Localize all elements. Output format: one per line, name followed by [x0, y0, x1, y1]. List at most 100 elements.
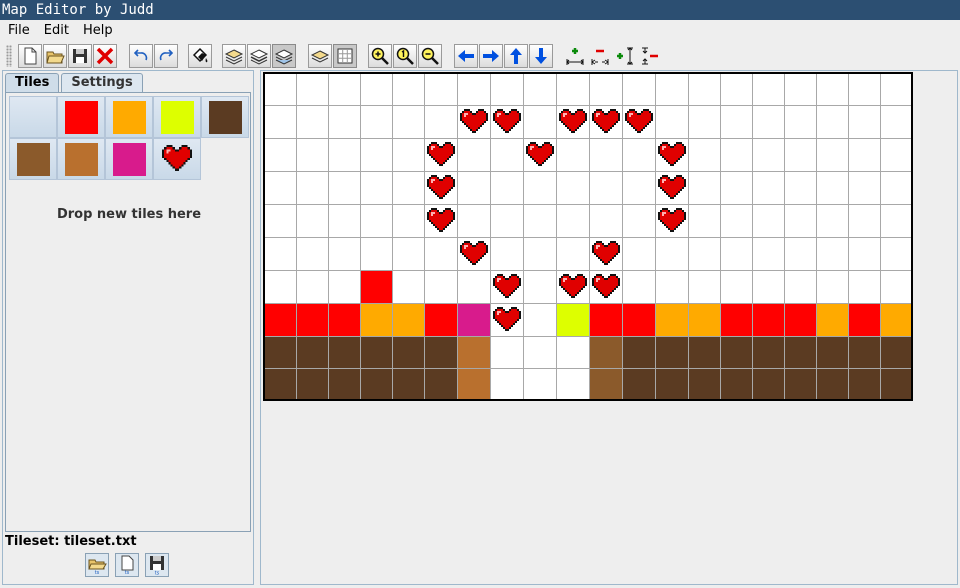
- map-cell[interactable]: [423, 367, 458, 401]
- map-cell[interactable]: [423, 104, 458, 139]
- map-cell[interactable]: [359, 236, 393, 271]
- map-cell[interactable]: [847, 203, 881, 238]
- map-cell[interactable]: [295, 302, 329, 337]
- map-cell[interactable]: [815, 72, 849, 106]
- map-cell[interactable]: [359, 104, 393, 139]
- map-cell[interactable]: [327, 236, 361, 271]
- shift-up-button[interactable]: [504, 44, 528, 68]
- map-cell[interactable]: [456, 367, 491, 401]
- map-cell[interactable]: [456, 335, 491, 369]
- tile-yellow[interactable]: [153, 96, 201, 138]
- map-cell[interactable]: [489, 137, 524, 172]
- map-cell[interactable]: [263, 302, 297, 337]
- remove-column-button[interactable]: [588, 44, 612, 68]
- map-cell[interactable]: [654, 367, 689, 401]
- open-map-button[interactable]: [43, 44, 67, 68]
- map-cell[interactable]: [456, 137, 491, 172]
- map-cell[interactable]: [654, 302, 689, 337]
- map-cell[interactable]: [555, 104, 590, 139]
- map-cell[interactable]: [359, 72, 393, 106]
- map-cell[interactable]: [621, 137, 656, 172]
- map-cell[interactable]: [654, 269, 689, 304]
- map-cell[interactable]: [687, 72, 721, 106]
- map-cell[interactable]: [555, 170, 590, 205]
- map-cell[interactable]: [327, 170, 361, 205]
- map-cell[interactable]: [295, 335, 329, 369]
- map-cell[interactable]: [489, 203, 524, 238]
- tile-orange[interactable]: [105, 96, 153, 138]
- map-cell[interactable]: [783, 203, 817, 238]
- map-cell[interactable]: [555, 269, 590, 304]
- map-cell[interactable]: [588, 104, 623, 139]
- map-cell[interactable]: [588, 72, 623, 106]
- map-cell[interactable]: [783, 269, 817, 304]
- map-cell[interactable]: [456, 203, 491, 238]
- map-cell[interactable]: [879, 170, 913, 205]
- map-cell[interactable]: [555, 302, 590, 337]
- map-cell[interactable]: [522, 170, 557, 205]
- shift-right-button[interactable]: [479, 44, 503, 68]
- zoom-out-button[interactable]: [418, 44, 442, 68]
- tile-heart[interactable]: [153, 138, 201, 180]
- map-cell[interactable]: [522, 269, 557, 304]
- map-cell[interactable]: [654, 104, 689, 139]
- map-cell[interactable]: [391, 236, 425, 271]
- map-cell[interactable]: [522, 137, 557, 172]
- map-cell[interactable]: [423, 302, 458, 337]
- map-cell[interactable]: [687, 236, 721, 271]
- save-map-button[interactable]: [68, 44, 92, 68]
- map-cell[interactable]: [621, 367, 656, 401]
- map-cell[interactable]: [588, 236, 623, 271]
- map-cell[interactable]: [391, 72, 425, 106]
- map-cell[interactable]: [327, 104, 361, 139]
- map-cell[interactable]: [621, 302, 656, 337]
- layer-3-button[interactable]: [272, 44, 296, 68]
- map-cell[interactable]: [621, 236, 656, 271]
- map-cell[interactable]: [263, 335, 297, 369]
- menu-edit[interactable]: Edit: [37, 20, 76, 41]
- map-cell[interactable]: [621, 203, 656, 238]
- tab-tiles[interactable]: Tiles: [5, 73, 60, 93]
- map-cell[interactable]: [751, 104, 785, 139]
- map-cell[interactable]: [327, 72, 361, 106]
- new-map-button[interactable]: [18, 44, 42, 68]
- map-cell[interactable]: [687, 335, 721, 369]
- map-cell[interactable]: [847, 170, 881, 205]
- map-cell[interactable]: [847, 104, 881, 139]
- map-cell[interactable]: [654, 137, 689, 172]
- map-cell[interactable]: [489, 72, 524, 106]
- map-cell[interactable]: [687, 203, 721, 238]
- map-cell[interactable]: [783, 104, 817, 139]
- map-cell[interactable]: [263, 236, 297, 271]
- map-cell[interactable]: [588, 170, 623, 205]
- map-cell[interactable]: [456, 72, 491, 106]
- map-cell[interactable]: [456, 236, 491, 271]
- map-cell[interactable]: [654, 72, 689, 106]
- map-cell[interactable]: [359, 170, 393, 205]
- undo-button[interactable]: [129, 44, 153, 68]
- map-cell[interactable]: [588, 137, 623, 172]
- map-cell[interactable]: [423, 335, 458, 369]
- map-cell[interactable]: [847, 269, 881, 304]
- map-cell[interactable]: [847, 335, 881, 369]
- map-cell[interactable]: [687, 137, 721, 172]
- map-cell[interactable]: [489, 269, 524, 304]
- fill-button[interactable]: [188, 44, 212, 68]
- map-cell[interactable]: [391, 269, 425, 304]
- map-cell[interactable]: [327, 335, 361, 369]
- map-cell[interactable]: [654, 170, 689, 205]
- map-cell[interactable]: [783, 72, 817, 106]
- map-cell[interactable]: [719, 335, 753, 369]
- map-cell[interactable]: [295, 367, 329, 401]
- tile-dark-brown[interactable]: [201, 96, 249, 138]
- map-cell[interactable]: [295, 72, 329, 106]
- map-cell[interactable]: [815, 269, 849, 304]
- map-cell[interactable]: [359, 203, 393, 238]
- map-cell[interactable]: [719, 367, 753, 401]
- map-cell[interactable]: [847, 236, 881, 271]
- map-cell[interactable]: [555, 137, 590, 172]
- map-cell[interactable]: [423, 203, 458, 238]
- map-cell[interactable]: [359, 335, 393, 369]
- map-cell[interactable]: [815, 170, 849, 205]
- map-cell[interactable]: [751, 170, 785, 205]
